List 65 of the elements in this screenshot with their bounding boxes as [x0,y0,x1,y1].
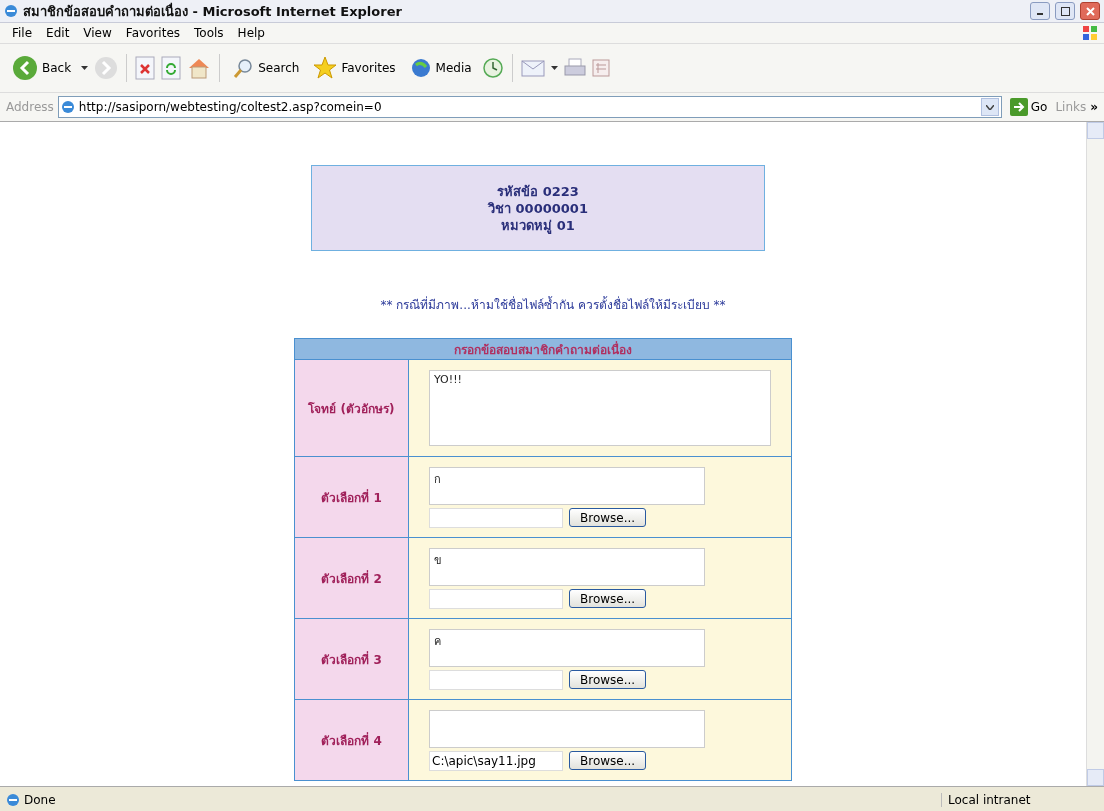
dropdown-arrow-icon[interactable] [81,66,89,70]
star-icon [313,56,338,80]
forward-icon[interactable] [94,56,119,80]
menu-item[interactable]: File [6,25,39,41]
search-icon [232,57,255,79]
printer-icon[interactable] [563,58,586,78]
notice-text: ** กรณีที่มีภาพ...ห้ามใช้ชื่อไฟล์ซ้ำกัน ควรตั้งชื่อไฟล์ให้มีระเบียบ ** [380,295,726,314]
browser-icon [4,4,18,18]
choice-textarea[interactable]: ก [429,466,705,505]
question-textarea[interactable]: YO!!! [429,370,771,446]
row-label: โจทย์ (ตัวอักษร) [294,359,409,457]
menu-item[interactable]: Edit [40,25,76,41]
browse-button[interactable]: Browse... [569,751,647,770]
header-line: วิชา 00000001 [488,199,588,217]
history-icon[interactable] [481,57,504,79]
close-icon [1085,6,1095,16]
dropdown-button[interactable] [980,98,999,116]
mail-icon[interactable] [520,58,545,78]
choice-textarea[interactable] [429,709,705,748]
media-button[interactable]: Media [405,55,476,81]
menu-item[interactable]: Tools [188,25,230,41]
zone-label: Local intranet [941,792,1098,807]
address-label: Address [6,100,54,114]
form-title: กรอกข้อสอบสมาชิกคำถามต่อเนื่อง [294,338,792,360]
arrow-right-icon [1009,98,1028,116]
choice-textarea[interactable]: ข [429,547,705,586]
menu-item[interactable]: Help [231,25,271,41]
row-label: ตัวเลือกที่ 2 [294,537,409,619]
file-path-field[interactable] [429,507,563,528]
browse-button[interactable]: Browse... [569,589,647,608]
file-path-field[interactable]: C:\apic\say11.jpg [429,750,563,771]
stop-icon[interactable] [135,56,156,80]
header-line: รหัสข้อ 0223 [497,182,579,200]
maximize-icon [1060,6,1070,16]
row-label: ตัวเลือกที่ 4 [294,699,409,781]
maximize-button[interactable] [1055,2,1075,20]
browser-icon [60,100,75,114]
vertical-scrollbar[interactable] [1086,122,1104,786]
favorites-button[interactable]: Favorites [309,54,400,82]
chevron-button[interactable]: » [1090,100,1098,114]
close-button[interactable] [1080,2,1100,20]
refresh-icon[interactable] [161,56,182,80]
chevron-down-icon [985,104,994,110]
header-line: หมวดหมู่ 01 [501,216,575,234]
search-button[interactable]: Search [228,55,304,81]
browse-button[interactable]: Browse... [569,508,647,527]
browser-icon [6,792,20,807]
window-title: สมาชิกข้อสอบคำถามต่อเนื่อง - Microsoft Internet Explorer [23,1,403,21]
minimize-button[interactable] [1030,2,1050,20]
browse-button[interactable]: Browse... [569,670,647,689]
status-text: Done [24,792,57,807]
back-button[interactable]: Back [8,53,76,83]
address-field[interactable]: http://sasiporn/webtesting/coltest2.asp?comein=0 [57,96,1002,118]
choice-textarea[interactable]: ค [429,628,705,667]
go-button[interactable]: Go [1005,98,1052,116]
file-path-field[interactable] [429,669,563,690]
dropdown-arrow-icon[interactable] [550,66,558,70]
windows-logo-icon [1082,25,1098,41]
row-label: ตัวเลือกที่ 3 [294,618,409,700]
menu-item[interactable]: Favorites [119,25,187,41]
menu-item[interactable]: View [77,25,118,41]
globe-icon [409,57,432,79]
row-label: ตัวเลือกที่ 1 [294,456,409,538]
edit-icon[interactable] [591,59,610,77]
file-path-field[interactable] [429,588,563,609]
